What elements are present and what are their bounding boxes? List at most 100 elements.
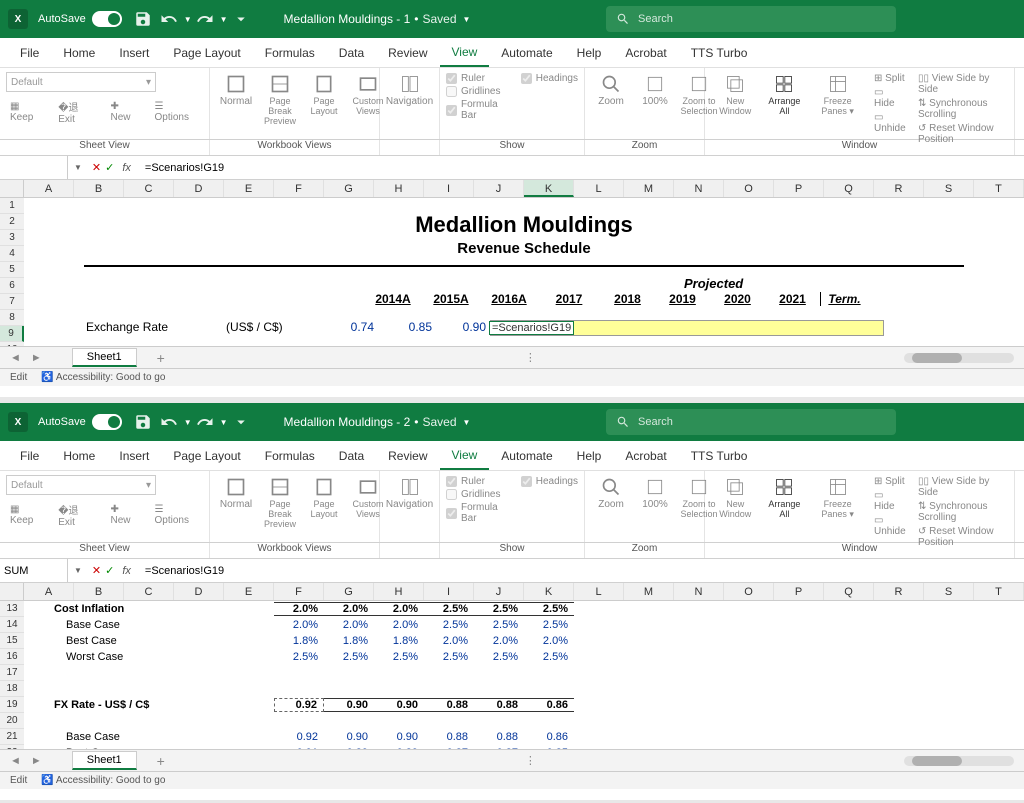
enter-icon[interactable]: ✓ — [105, 161, 114, 174]
autosave-toggle[interactable]: AutoSave — [38, 11, 122, 27]
menu-data[interactable]: Data — [327, 443, 376, 469]
keep-button[interactable]: ▦ Keep — [6, 98, 48, 126]
menu-acrobat[interactable]: Acrobat — [613, 40, 678, 66]
cell-value[interactable]: 2.5% — [324, 651, 374, 663]
menu-data[interactable]: Data — [327, 40, 376, 66]
menu-tts-turbo[interactable]: TTS Turbo — [679, 40, 760, 66]
add-sheet-icon[interactable]: + — [157, 350, 165, 366]
side-by-side-button[interactable]: ▯▯ View Side by Side — [914, 72, 1008, 96]
cell-value[interactable]: 1.8% — [274, 635, 324, 647]
redo-icon[interactable] — [196, 10, 214, 28]
column-header-D[interactable]: D — [174, 583, 224, 600]
normal-view-button[interactable]: Normal — [216, 72, 256, 109]
new-view-button[interactable]: ✚ New — [106, 98, 144, 126]
cell-value[interactable]: 0.88 — [474, 731, 524, 743]
select-all-corner[interactable] — [0, 180, 24, 197]
cell-value[interactable]: 2.5% — [424, 602, 474, 616]
split-button[interactable]: ⊞ Split — [870, 72, 910, 85]
new-view-button[interactable]: ✚ New — [106, 501, 144, 529]
column-header-P[interactable]: P — [774, 583, 824, 600]
menu-automate[interactable]: Automate — [489, 40, 564, 66]
sheet-view-combo[interactable]: Default▾ — [6, 72, 156, 92]
row-header-19[interactable]: 19 — [0, 697, 24, 713]
menu-review[interactable]: Review — [376, 443, 439, 469]
cell-value[interactable]: 0.90 — [374, 698, 424, 712]
row-header-15[interactable]: 15 — [0, 633, 24, 649]
name-box-chevron-icon[interactable]: ▼ — [74, 566, 82, 575]
redo-dropdown-icon[interactable]: ▼ — [220, 15, 228, 24]
cancel-icon[interactable]: ✕ — [92, 564, 101, 577]
menu-help[interactable]: Help — [565, 443, 614, 469]
cell-value[interactable]: 0.90 — [324, 731, 374, 743]
fx-icon[interactable]: fx — [122, 565, 131, 577]
highlighted-range[interactable]: =Scenarios!G19 — [490, 320, 884, 336]
sheet-nav-next-icon[interactable]: ► — [31, 755, 42, 767]
unhide-button[interactable]: ▭ Unhide — [870, 111, 910, 135]
menu-tts-turbo[interactable]: TTS Turbo — [679, 443, 760, 469]
column-header-B[interactable]: B — [74, 180, 124, 197]
menu-review[interactable]: Review — [376, 40, 439, 66]
row-header-8[interactable]: 8 — [0, 310, 24, 326]
sync-scroll-button[interactable]: ⇅ Synchronous Scrolling — [914, 500, 1008, 524]
undo-dropdown-icon[interactable]: ▼ — [184, 418, 192, 427]
arrange-all-button[interactable]: Arrange All — [763, 475, 805, 521]
gridlines-checkbox[interactable]: Gridlines — [446, 85, 509, 98]
row-header-10[interactable]: 10 — [0, 342, 24, 346]
column-header-H[interactable]: H — [374, 180, 424, 197]
row-header-7[interactable]: 7 — [0, 294, 24, 310]
cell-value[interactable]: 2.0% — [474, 635, 524, 647]
column-header-H[interactable]: H — [374, 583, 424, 600]
page-break-button[interactable]: Page Break Preview — [260, 475, 300, 531]
row-header-16[interactable]: 16 — [0, 649, 24, 665]
document-title[interactable]: Medallion Mouldings - 1 • Saved ▼ — [284, 12, 471, 26]
column-header-E[interactable]: E — [224, 583, 274, 600]
column-header-R[interactable]: R — [874, 180, 924, 197]
menu-page-layout[interactable]: Page Layout — [161, 443, 252, 469]
column-header-N[interactable]: N — [674, 180, 724, 197]
column-header-J[interactable]: J — [474, 180, 524, 197]
spreadsheet-grid[interactable]: ABCDEFGHIJKLMNOPQRST 1314151617181920212… — [0, 583, 1024, 749]
column-header-I[interactable]: I — [424, 583, 474, 600]
cell-value[interactable]: 0.92 — [274, 698, 324, 712]
column-header-T[interactable]: T — [974, 583, 1024, 600]
column-header-M[interactable]: M — [624, 583, 674, 600]
sheet-tab[interactable]: Sheet1 — [72, 348, 137, 367]
tab-options-icon[interactable]: ⋮ — [525, 351, 536, 364]
qat-overflow-icon[interactable] — [232, 413, 250, 431]
add-sheet-icon[interactable]: + — [157, 753, 165, 769]
search-box[interactable]: Search — [606, 409, 896, 435]
row-header-20[interactable]: 20 — [0, 713, 24, 729]
row-header-2[interactable]: 2 — [0, 214, 24, 230]
cell-value[interactable]: 2.5% — [424, 619, 474, 631]
cell-value[interactable]: 0.92 — [274, 731, 324, 743]
headings-checkbox[interactable]: Headings — [521, 72, 578, 85]
column-header-C[interactable]: C — [124, 180, 174, 197]
zoom-button[interactable]: Zoom — [591, 72, 631, 109]
cell-value[interactable]: 0.90 — [432, 320, 490, 336]
fx-icon[interactable]: fx — [122, 162, 131, 174]
column-header-R[interactable]: R — [874, 583, 924, 600]
menu-home[interactable]: Home — [51, 443, 107, 469]
save-icon[interactable] — [134, 413, 152, 431]
cell-value[interactable]: 2.0% — [374, 619, 424, 631]
menu-insert[interactable]: Insert — [107, 443, 161, 469]
name-box[interactable]: SUM — [0, 559, 68, 582]
select-all-corner[interactable] — [0, 583, 24, 600]
column-header-T[interactable]: T — [974, 180, 1024, 197]
freeze-panes-button[interactable]: Freeze Panes ▾ — [809, 475, 866, 522]
cell-value[interactable]: 0.87 — [474, 747, 524, 749]
column-header-C[interactable]: C — [124, 583, 174, 600]
column-header-Q[interactable]: Q — [824, 583, 874, 600]
cell-value[interactable]: 0.88 — [424, 731, 474, 743]
menu-help[interactable]: Help — [565, 40, 614, 66]
keep-button[interactable]: ▦ Keep — [6, 501, 48, 529]
cell-value[interactable]: 2.5% — [424, 651, 474, 663]
cell-value[interactable]: 0.74 — [316, 320, 374, 336]
accessibility-status[interactable]: ♿ Accessibility: Good to go — [41, 372, 165, 383]
column-header-S[interactable]: S — [924, 583, 974, 600]
row-header-5[interactable]: 5 — [0, 262, 24, 278]
column-header-L[interactable]: L — [574, 180, 624, 197]
row-header-1[interactable]: 1 — [0, 198, 24, 214]
formula-bar-checkbox[interactable]: Formula Bar — [446, 501, 509, 525]
column-header-G[interactable]: G — [324, 583, 374, 600]
